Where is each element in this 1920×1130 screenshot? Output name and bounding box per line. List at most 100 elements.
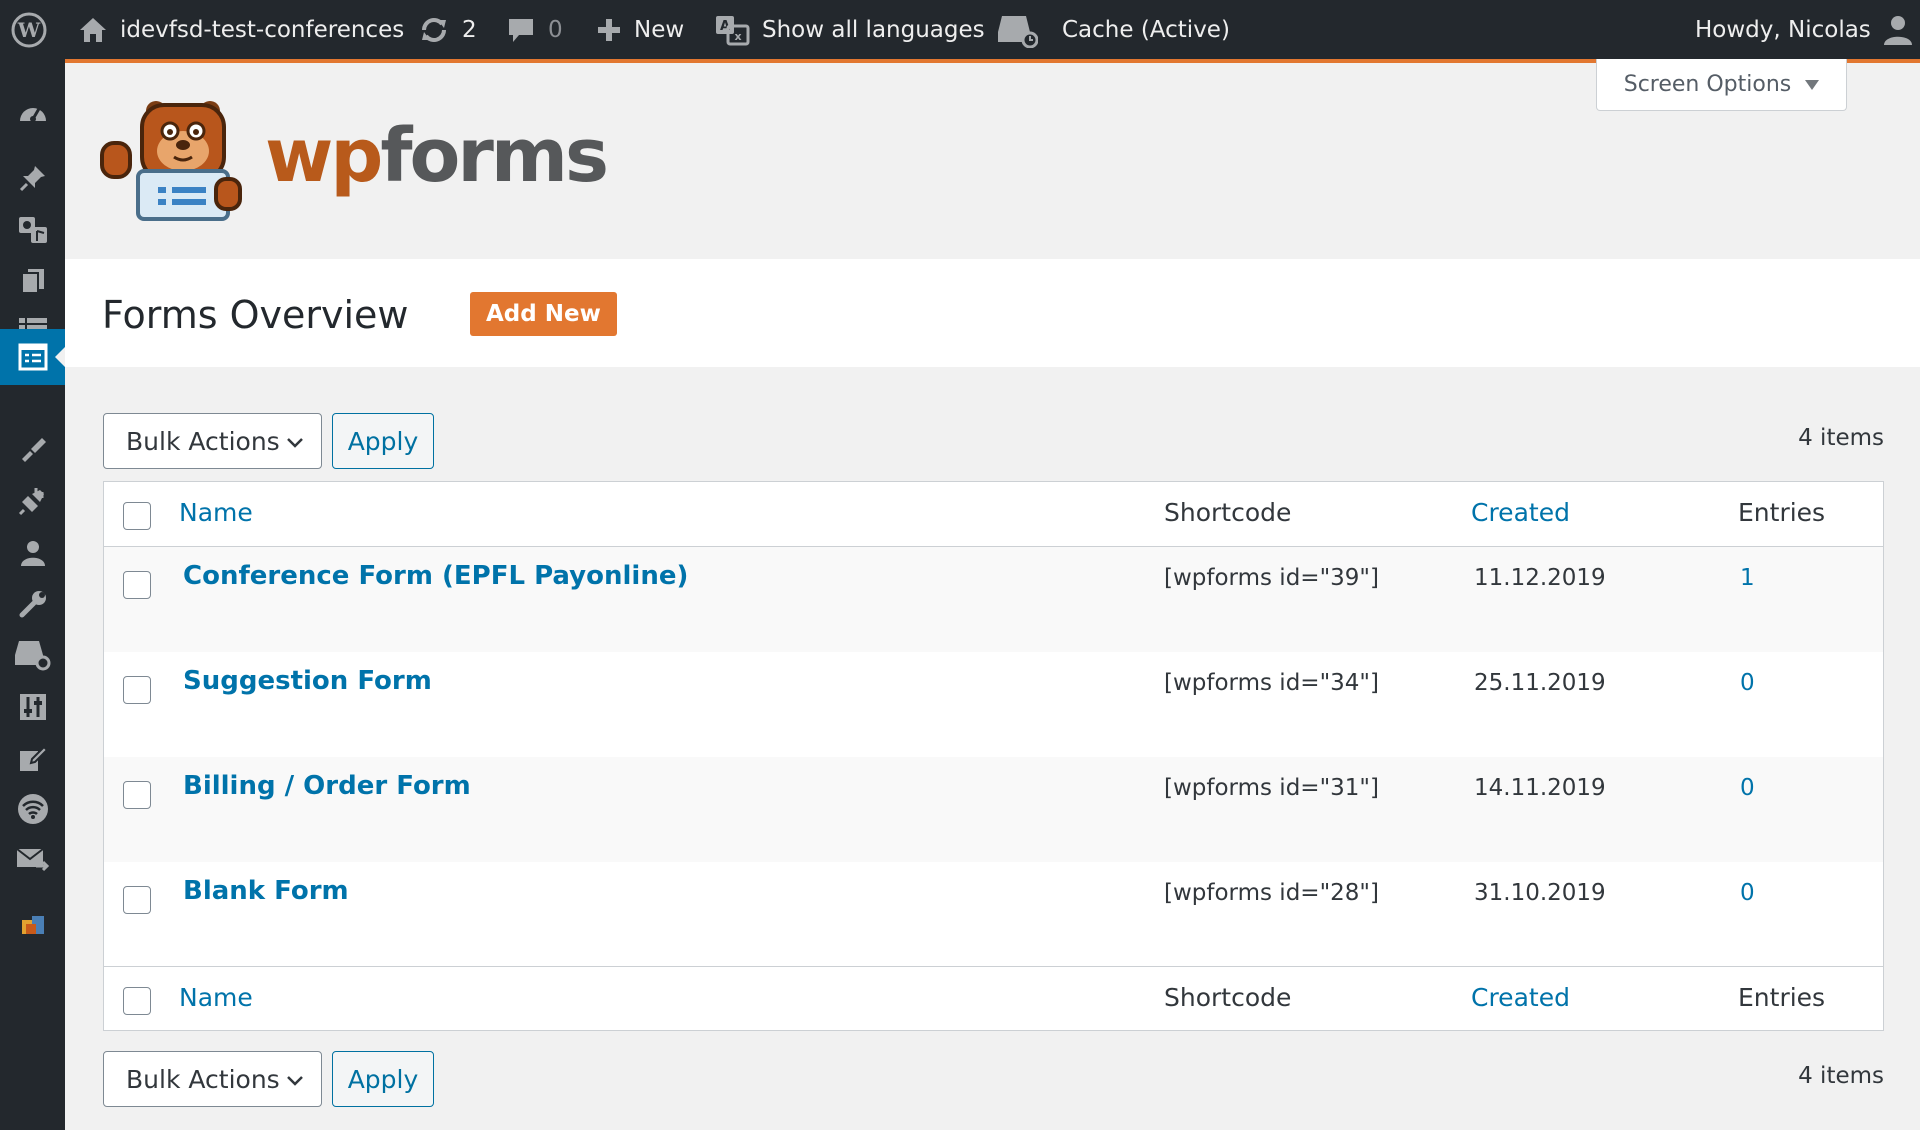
form-shortcode: [wpforms id="31"] — [1164, 775, 1379, 801]
form-name-link[interactable]: Blank Form — [183, 876, 349, 906]
add-new-button[interactable]: Add New — [470, 292, 617, 336]
menu-mail[interactable] — [0, 832, 65, 888]
caret-down-icon — [1805, 79, 1820, 90]
wordpress-logo-menu[interactable]: W — [10, 0, 48, 59]
bulk-actions-label: Bulk Actions — [126, 426, 280, 456]
column-created-sort[interactable]: Created — [1471, 983, 1570, 1012]
dashboard-icon — [19, 106, 46, 122]
items-count: 4 items — [1798, 425, 1884, 451]
menu-settings[interactable] — [0, 679, 65, 735]
column-entries: Entries — [1738, 498, 1826, 527]
form-name-link[interactable]: Billing / Order Form — [183, 771, 471, 801]
items-count: 4 items — [1798, 1063, 1884, 1089]
row-checkbox[interactable] — [123, 571, 151, 599]
form-entries-link[interactable]: 0 — [1740, 670, 1755, 696]
media-icon — [18, 217, 47, 243]
menu-plugins[interactable] — [0, 473, 65, 529]
menu-appearance[interactable] — [0, 421, 65, 477]
apply-button[interactable]: Apply — [332, 1051, 434, 1107]
menu-tools[interactable] — [0, 576, 65, 632]
users-icon — [20, 541, 45, 566]
menu-dashboard[interactable] — [0, 84, 65, 140]
menu-posts[interactable] — [0, 150, 65, 206]
plugin-logo-icon — [21, 916, 44, 934]
tools-wrench-icon — [19, 591, 46, 618]
forms-table: Name Shortcode Created Entries Conferenc… — [103, 481, 1884, 1031]
table-row: Suggestion Form [wpforms id="34"] 25.11.… — [104, 652, 1883, 757]
apply-button[interactable]: Apply — [332, 413, 434, 469]
table-header-row: Name Shortcode Created Entries — [104, 482, 1883, 547]
table-row: Blank Form [wpforms id="28"] 31.10.2019 … — [104, 862, 1883, 967]
cache-label: Cache (Active) — [1062, 16, 1230, 43]
menu-wpforms[interactable] — [0, 329, 65, 385]
menu-media[interactable] — [0, 202, 65, 258]
form-shortcode: [wpforms id="39"] — [1164, 565, 1379, 591]
updates-icon — [422, 17, 446, 42]
comment-icon — [509, 18, 533, 42]
select-all-checkbox[interactable] — [123, 502, 151, 530]
table-row: Conference Form (EPFL Payonline) [wpform… — [104, 547, 1883, 652]
avatar-icon — [1883, 15, 1912, 45]
menu-pages[interactable] — [0, 253, 65, 309]
cache-icon — [14, 641, 50, 671]
table-footer-row: Name Shortcode Created Entries — [104, 966, 1883, 1031]
languages-menu[interactable]: Ax Show all languages — [714, 0, 985, 59]
bulk-actions-select[interactable]: Bulk Actions — [103, 1051, 322, 1107]
wpforms-bear-mascot — [100, 101, 242, 221]
menu-edit[interactable] — [0, 730, 65, 786]
menu-users[interactable] — [0, 525, 65, 581]
pages-icon — [20, 269, 44, 294]
comments-menu[interactable]: 0 — [506, 0, 563, 59]
row-checkbox[interactable] — [123, 886, 151, 914]
page-title: Forms Overview — [102, 293, 409, 337]
row-checkbox[interactable] — [123, 781, 151, 809]
column-name-sort[interactable]: Name — [179, 983, 253, 1012]
appearance-brush-icon — [21, 438, 46, 462]
column-shortcode: Shortcode — [1164, 983, 1292, 1012]
form-name-link[interactable]: Suggestion Form — [183, 666, 432, 696]
updates-count: 2 — [462, 16, 477, 43]
tablenav-top: Bulk Actions Apply 4 items — [103, 413, 1884, 469]
howdy-text: Howdy, Nicolas — [1695, 16, 1871, 43]
cache-icon — [998, 15, 1038, 48]
new-content-menu[interactable]: New — [596, 0, 684, 59]
form-entries-link[interactable]: 0 — [1740, 775, 1755, 801]
posts-pin-icon — [19, 166, 45, 192]
wpforms-icon — [18, 343, 47, 371]
menu-plugin-logo[interactable] — [0, 898, 65, 954]
screen-options-button[interactable]: Screen Options — [1596, 59, 1847, 111]
svg-text:W: W — [17, 18, 41, 42]
my-account-menu[interactable]: Howdy, Nicolas — [1695, 0, 1913, 59]
form-shortcode: [wpforms id="28"] — [1164, 880, 1379, 906]
updates-menu[interactable]: 2 — [418, 0, 477, 59]
site-name: idevfsd-test-conferences — [120, 16, 405, 43]
column-shortcode: Shortcode — [1164, 498, 1292, 527]
form-name-link[interactable]: Conference Form (EPFL Payonline) — [183, 561, 688, 591]
column-name-sort[interactable]: Name — [179, 498, 253, 527]
wpforms-logo-text: wpforms — [265, 119, 609, 193]
settings-sliders-icon — [19, 694, 46, 720]
column-created-sort[interactable]: Created — [1471, 498, 1570, 527]
select-all-checkbox[interactable] — [123, 987, 151, 1015]
admin-bar: W idevfsd-test-conferences 2 0 New Ax Sh… — [0, 0, 1920, 59]
mail-icon — [15, 848, 49, 872]
site-name-menu[interactable]: idevfsd-test-conferences — [78, 0, 404, 59]
languages-label: Show all languages — [762, 16, 985, 43]
plugins-icon — [18, 488, 44, 516]
menu-cache[interactable] — [0, 627, 65, 683]
chevron-down-icon — [287, 438, 303, 448]
new-label: New — [634, 16, 685, 43]
form-shortcode: [wpforms id="34"] — [1164, 670, 1379, 696]
row-checkbox[interactable] — [123, 676, 151, 704]
chevron-down-icon — [287, 1076, 303, 1086]
bulk-actions-select[interactable]: Bulk Actions — [103, 413, 322, 469]
form-entries-link[interactable]: 0 — [1740, 880, 1755, 906]
menu-wifi[interactable] — [0, 781, 65, 837]
screen-options-label: Screen Options — [1623, 72, 1792, 97]
column-entries: Entries — [1738, 983, 1826, 1012]
admin-menu — [0, 59, 65, 1130]
bulk-actions-label: Bulk Actions — [126, 1064, 280, 1094]
edit-icon — [19, 745, 48, 771]
cache-menu[interactable]: Cache (Active) — [998, 0, 1230, 59]
form-entries-link[interactable]: 1 — [1740, 565, 1755, 591]
